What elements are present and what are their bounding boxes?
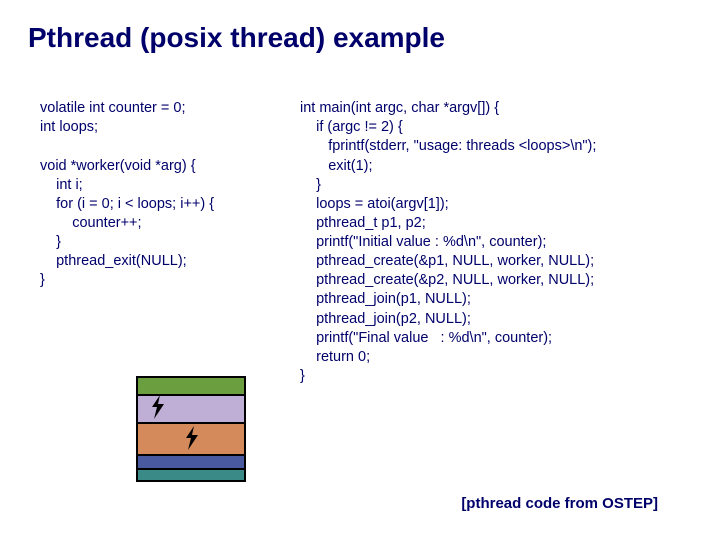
code-line: pthread_create(&p1, NULL, worker, NULL); xyxy=(300,253,594,269)
code-line: counter++; xyxy=(40,215,142,231)
code-line: loops = atoi(argv[1]); xyxy=(300,196,449,212)
code-line: return 0; xyxy=(300,349,370,365)
code-line: pthread_join(p1, NULL); xyxy=(300,291,471,307)
code-line: void *worker(void *arg) { xyxy=(40,158,196,174)
bolt-icon xyxy=(184,426,200,456)
code-line: int main(int argc, char *argv[]) { xyxy=(300,100,499,116)
code-line: pthread_t p1, p2; xyxy=(300,215,426,231)
stack-layer xyxy=(136,394,246,422)
code-line: } xyxy=(300,368,305,384)
stack-diagram xyxy=(136,376,246,484)
code-line: exit(1); xyxy=(300,158,373,174)
code-line: pthread_exit(NULL); xyxy=(40,253,187,269)
code-line: printf("Final value : %d\n", counter); xyxy=(300,330,552,346)
stack-layer xyxy=(136,376,246,394)
code-line: pthread_join(p2, NULL); xyxy=(300,311,471,327)
code-line: int i; xyxy=(40,177,83,193)
code-line: pthread_create(&p2, NULL, worker, NULL); xyxy=(300,272,594,288)
code-line: fprintf(stderr, "usage: threads <loops>\… xyxy=(300,138,596,154)
stack-layer xyxy=(136,468,246,482)
code-line: } xyxy=(300,177,321,193)
code-line: for (i = 0; i < loops; i++) { xyxy=(40,196,214,212)
code-columns: volatile int counter = 0; int loops; voi… xyxy=(0,54,720,405)
stack-layer xyxy=(136,422,246,454)
slide-title: Pthread (posix thread) example xyxy=(0,0,720,54)
code-line: printf("Initial value : %d\n", counter); xyxy=(300,234,546,250)
stack-layer xyxy=(136,454,246,468)
code-line: } xyxy=(40,272,45,288)
code-line: volatile int counter = 0; xyxy=(40,100,186,116)
code-left-column: volatile int counter = 0; int loops; voi… xyxy=(40,80,300,405)
bolt-icon xyxy=(150,395,166,425)
attribution-text: [pthread code from OSTEP] xyxy=(461,495,658,512)
code-line: int loops; xyxy=(40,119,98,135)
code-line: if (argc != 2) { xyxy=(300,119,403,135)
code-line: } xyxy=(40,234,61,250)
code-right-column: int main(int argc, char *argv[]) { if (a… xyxy=(300,80,596,405)
